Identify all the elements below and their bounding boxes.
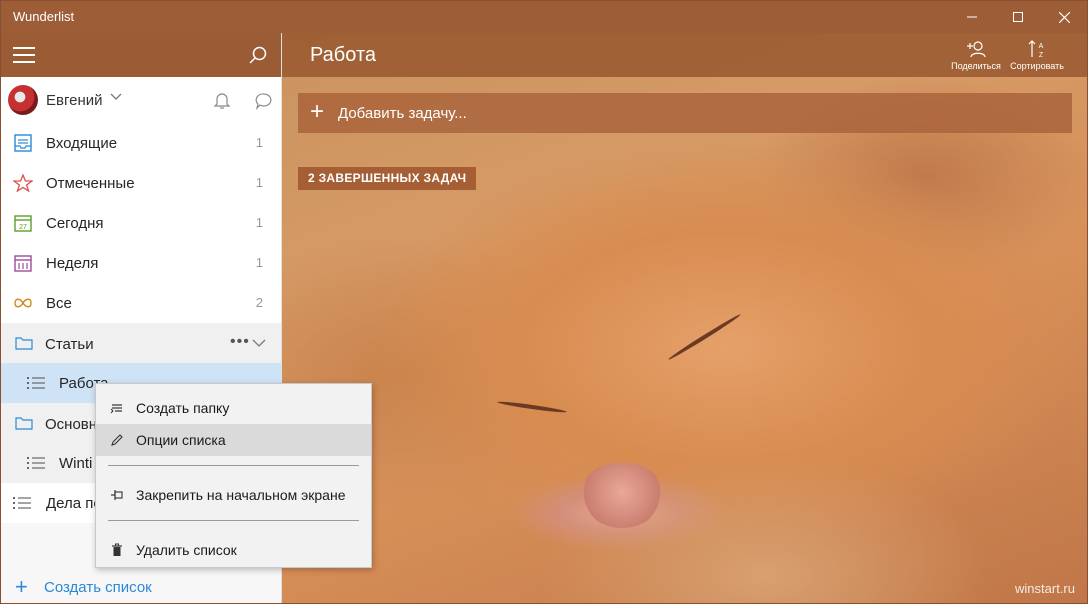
list-label: Winti xyxy=(59,455,93,472)
pin-icon xyxy=(111,490,123,500)
plus-icon: + xyxy=(15,574,28,599)
sort-icon: A Z xyxy=(1028,40,1044,59)
watermark: winstart.ru xyxy=(1015,581,1075,596)
svg-text:27: 27 xyxy=(19,224,27,231)
menu-separator xyxy=(108,465,359,466)
sidebar-item-starred[interactable]: Отмеченные 1 xyxy=(1,163,281,203)
item-count: 1 xyxy=(255,175,263,190)
list-icon xyxy=(27,457,45,469)
list-label: Дела по xyxy=(46,495,102,512)
list-icon xyxy=(13,497,31,509)
menu-item-delete-list[interactable]: Удалить список xyxy=(96,534,371,566)
sidebar-item-today[interactable]: 27 Сегодня 1 xyxy=(1,203,281,243)
maximize-button[interactable] xyxy=(995,1,1041,33)
user-row[interactable]: Евгений xyxy=(1,77,281,123)
app-window: Wunderlist Евгений Входящие 1 Отмеченные… xyxy=(0,0,1088,604)
svg-text:A: A xyxy=(1039,43,1044,50)
search-icon[interactable] xyxy=(249,46,267,64)
trash-icon xyxy=(112,543,122,556)
share-label: Поделиться xyxy=(951,61,1001,71)
sidebar-item-label: Отмеченные xyxy=(46,175,135,192)
more-options-icon[interactable]: ••• xyxy=(230,333,250,351)
sidebar-item-label: Все xyxy=(46,295,72,312)
list-icon xyxy=(27,377,45,389)
sort-label: Сортировать xyxy=(1010,61,1064,71)
sidebar-item-label: Входящие xyxy=(46,135,118,152)
inbox-icon xyxy=(14,134,32,152)
sidebar-item-label: Сегодня xyxy=(46,215,104,232)
svg-text:Z: Z xyxy=(1039,52,1044,59)
menu-item-label: Создать папку xyxy=(136,400,230,416)
create-folder-icon xyxy=(110,404,122,414)
background-image-detail xyxy=(582,463,662,528)
sidebar-folder-articles[interactable]: Статьи ••• xyxy=(1,323,281,363)
close-button[interactable] xyxy=(1041,1,1087,33)
sidebar-header xyxy=(1,33,281,77)
sidebar-item-all[interactable]: Все 2 xyxy=(1,283,281,323)
list-header: Работа Поделиться A Z Сортировать xyxy=(282,33,1087,77)
minimize-icon xyxy=(967,16,977,18)
conversation-icon[interactable] xyxy=(255,92,273,110)
user-name[interactable]: Евгений xyxy=(46,92,103,109)
chevron-down-icon[interactable] xyxy=(110,90,122,102)
minimize-button[interactable] xyxy=(949,1,995,33)
menu-item-label: Опции списка xyxy=(136,432,226,448)
title-bar: Wunderlist xyxy=(1,1,1087,33)
background-image-detail xyxy=(667,312,742,362)
menu-item-label: Закрепить на начальном экране xyxy=(136,487,346,503)
create-list-button[interactable]: + Создать список xyxy=(1,570,281,603)
menu-item-label: Удалить список xyxy=(136,542,237,558)
context-menu: Создать папку Опции списка Закрепить на … xyxy=(95,383,372,568)
completed-tasks-button[interactable]: 2 ЗАВЕРШЕННЫХ ЗАДАЧ xyxy=(298,167,477,190)
folder-icon xyxy=(15,337,33,350)
avatar[interactable] xyxy=(8,85,38,115)
window-title: Wunderlist xyxy=(13,9,75,24)
add-person-icon xyxy=(967,41,986,58)
menu-item-list-options[interactable]: Опции списка xyxy=(96,424,371,456)
sidebar-item-label: Неделя xyxy=(46,255,99,272)
share-button[interactable]: Поделиться xyxy=(946,39,1006,75)
chevron-down-icon[interactable] xyxy=(252,336,266,350)
sidebar-item-inbox[interactable]: Входящие 1 xyxy=(1,123,281,163)
menu-item-create-folder[interactable]: Создать папку xyxy=(96,392,371,424)
star-icon xyxy=(13,174,33,192)
calendar-today-icon: 27 xyxy=(14,215,32,232)
infinity-icon xyxy=(14,298,32,308)
folder-icon xyxy=(15,417,33,430)
list-title: Работа xyxy=(310,44,376,66)
calendar-week-icon xyxy=(14,255,32,272)
sidebar-item-week[interactable]: Неделя 1 xyxy=(1,243,281,283)
item-count: 2 xyxy=(255,295,263,310)
menu-separator xyxy=(108,520,359,521)
main-content: Работа Поделиться A Z Сортировать + Доба… xyxy=(282,33,1087,603)
create-list-label: Создать список xyxy=(44,579,152,596)
close-icon xyxy=(1058,11,1070,23)
menu-item-pin-start[interactable]: Закрепить на начальном экране xyxy=(96,479,371,511)
item-count: 1 xyxy=(255,215,263,230)
maximize-icon xyxy=(1013,12,1023,22)
folder-label: Основн xyxy=(45,416,98,433)
background-image-detail xyxy=(497,400,567,414)
item-count: 1 xyxy=(255,255,263,270)
plus-icon: + xyxy=(310,98,325,125)
sort-button[interactable]: A Z Сортировать xyxy=(1007,39,1067,75)
hamburger-menu-icon[interactable] xyxy=(13,47,35,63)
folder-label: Статьи xyxy=(45,336,94,353)
bell-icon[interactable] xyxy=(213,91,231,109)
add-task-input[interactable]: + Добавить задачу... xyxy=(298,93,1072,133)
item-count: 1 xyxy=(255,135,263,150)
pencil-icon xyxy=(111,434,123,446)
add-task-placeholder: Добавить задачу... xyxy=(338,105,467,122)
